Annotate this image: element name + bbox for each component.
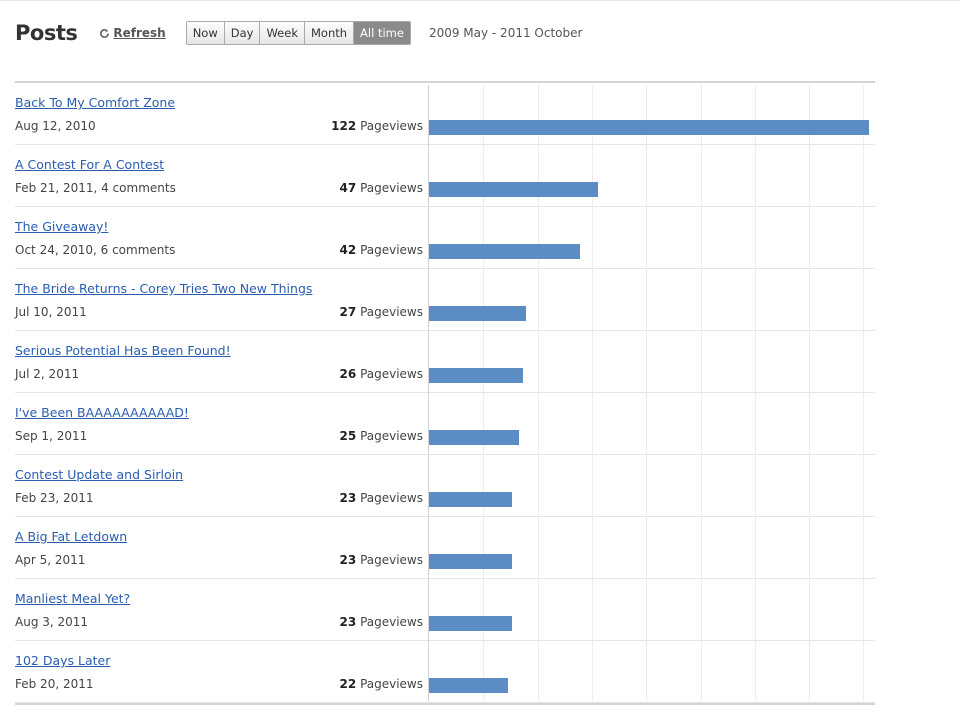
posts-table: Back To My Comfort Zone Aug 12, 2010 122 P… bbox=[15, 81, 875, 705]
pageviews-bar bbox=[429, 492, 512, 507]
post-title-link[interactable]: Contest Update and Sirloin bbox=[15, 467, 183, 482]
chart-gridline bbox=[754, 85, 756, 701]
post-meta: Sep 1, 2011 bbox=[15, 429, 88, 443]
pageviews-count: 23 Pageviews bbox=[340, 553, 423, 567]
pageviews-bar bbox=[429, 616, 512, 631]
pageviews-number: 42 bbox=[339, 243, 357, 257]
chart-gridline bbox=[591, 85, 593, 701]
pageviews-number: 122 bbox=[331, 119, 357, 133]
refresh-label: Refresh bbox=[113, 26, 166, 40]
date-range-text: 2009 May - 2011 October bbox=[428, 26, 583, 40]
pageviews-label: Pageviews bbox=[360, 243, 423, 257]
pageviews-number: 25 bbox=[339, 429, 357, 443]
pageviews-number: 27 bbox=[339, 305, 357, 319]
post-title-link[interactable]: Serious Potential Has Been Found! bbox=[15, 343, 231, 358]
pageviews-number: 23 bbox=[339, 553, 357, 567]
stats-header: Posts Refresh Now Day Week Month All tim… bbox=[15, 18, 582, 48]
pageviews-label: Pageviews bbox=[360, 615, 423, 629]
post-meta: Jul 10, 2011 bbox=[15, 305, 87, 319]
post-meta: Feb 23, 2011 bbox=[15, 491, 94, 505]
pageviews-label: Pageviews bbox=[360, 367, 423, 381]
pageviews-label: Pageviews bbox=[360, 553, 423, 567]
pageviews-number: 47 bbox=[339, 181, 357, 195]
table-bottom-border bbox=[15, 703, 875, 705]
pageviews-number: 23 bbox=[339, 615, 357, 629]
time-range-selector: Now Day Week Month All time bbox=[185, 21, 411, 45]
pageviews-count: 25 Pageviews bbox=[340, 429, 423, 443]
pageviews-bar bbox=[429, 554, 512, 569]
range-all-time-button[interactable]: All time bbox=[354, 22, 410, 44]
pageviews-bar bbox=[429, 306, 526, 321]
range-now-button[interactable]: Now bbox=[186, 22, 225, 44]
chart-gridline bbox=[863, 85, 865, 701]
refresh-icon bbox=[100, 28, 110, 38]
post-title-link[interactable]: The Giveaway! bbox=[15, 219, 108, 234]
pageviews-bar bbox=[429, 430, 519, 445]
post-title-link[interactable]: The Bride Returns - Corey Tries Two New … bbox=[15, 281, 312, 296]
pageviews-count: 122 Pageviews bbox=[331, 119, 423, 133]
post-meta: Feb 20, 2011 bbox=[15, 677, 94, 691]
pageviews-bar bbox=[429, 368, 523, 383]
post-meta: Oct 24, 2010, 6 comments bbox=[15, 243, 176, 257]
chart-gridline bbox=[700, 85, 702, 701]
page-title: Posts bbox=[15, 21, 78, 45]
post-meta: Aug 12, 2010 bbox=[15, 119, 96, 133]
post-title-link[interactable]: A Big Fat Letdown bbox=[15, 529, 127, 544]
top-border bbox=[0, 0, 960, 1]
pageviews-count: 42 Pageviews bbox=[340, 243, 423, 257]
pageviews-count: 47 Pageviews bbox=[340, 181, 423, 195]
posts-list: Back To My Comfort Zone Aug 12, 2010 122 P… bbox=[15, 83, 875, 703]
chart-gridline bbox=[483, 85, 485, 701]
pageviews-count: 27 Pageviews bbox=[340, 305, 423, 319]
chart-gridline bbox=[537, 85, 539, 701]
post-title-link[interactable]: I've Been BAAAAAAAAAAD! bbox=[15, 405, 189, 420]
pageviews-bar bbox=[429, 182, 598, 197]
pageviews-label: Pageviews bbox=[360, 429, 423, 443]
pageviews-label: Pageviews bbox=[360, 305, 423, 319]
post-title-link[interactable]: 102 Days Later bbox=[15, 653, 110, 668]
post-title-link[interactable]: A Contest For A Contest bbox=[15, 157, 164, 172]
pageviews-bar bbox=[429, 678, 508, 693]
pageviews-label: Pageviews bbox=[360, 491, 423, 505]
pageviews-bar bbox=[429, 120, 869, 135]
pageviews-count: 22 Pageviews bbox=[340, 677, 423, 691]
chart-gridline bbox=[809, 85, 811, 701]
range-day-button[interactable]: Day bbox=[224, 22, 261, 44]
post-meta: Aug 3, 2011 bbox=[15, 615, 89, 629]
pageviews-count: 23 Pageviews bbox=[340, 615, 423, 629]
post-meta: Apr 5, 2011 bbox=[15, 553, 86, 567]
pageviews-number: 23 bbox=[339, 491, 357, 505]
post-meta: Feb 21, 2011, 4 comments bbox=[15, 181, 176, 195]
pageviews-label: Pageviews bbox=[360, 677, 423, 691]
pageviews-bar bbox=[429, 244, 580, 259]
pageviews-number: 22 bbox=[339, 677, 357, 691]
post-title-link[interactable]: Back To My Comfort Zone bbox=[15, 95, 175, 110]
pageviews-count: 26 Pageviews bbox=[340, 367, 423, 381]
chart-gridline bbox=[646, 85, 648, 701]
refresh-button[interactable]: Refresh bbox=[99, 26, 166, 40]
pageviews-label: Pageviews bbox=[360, 181, 423, 195]
range-week-button[interactable]: Week bbox=[260, 22, 305, 44]
pageviews-count: 23 Pageviews bbox=[340, 491, 423, 505]
pageviews-label: Pageviews bbox=[360, 119, 423, 133]
post-meta: Jul 2, 2011 bbox=[15, 367, 80, 381]
post-title-link[interactable]: Manliest Meal Yet? bbox=[15, 591, 130, 606]
pageviews-chart bbox=[428, 85, 876, 701]
range-month-button[interactable]: Month bbox=[304, 22, 355, 44]
pageviews-number: 26 bbox=[339, 367, 357, 381]
